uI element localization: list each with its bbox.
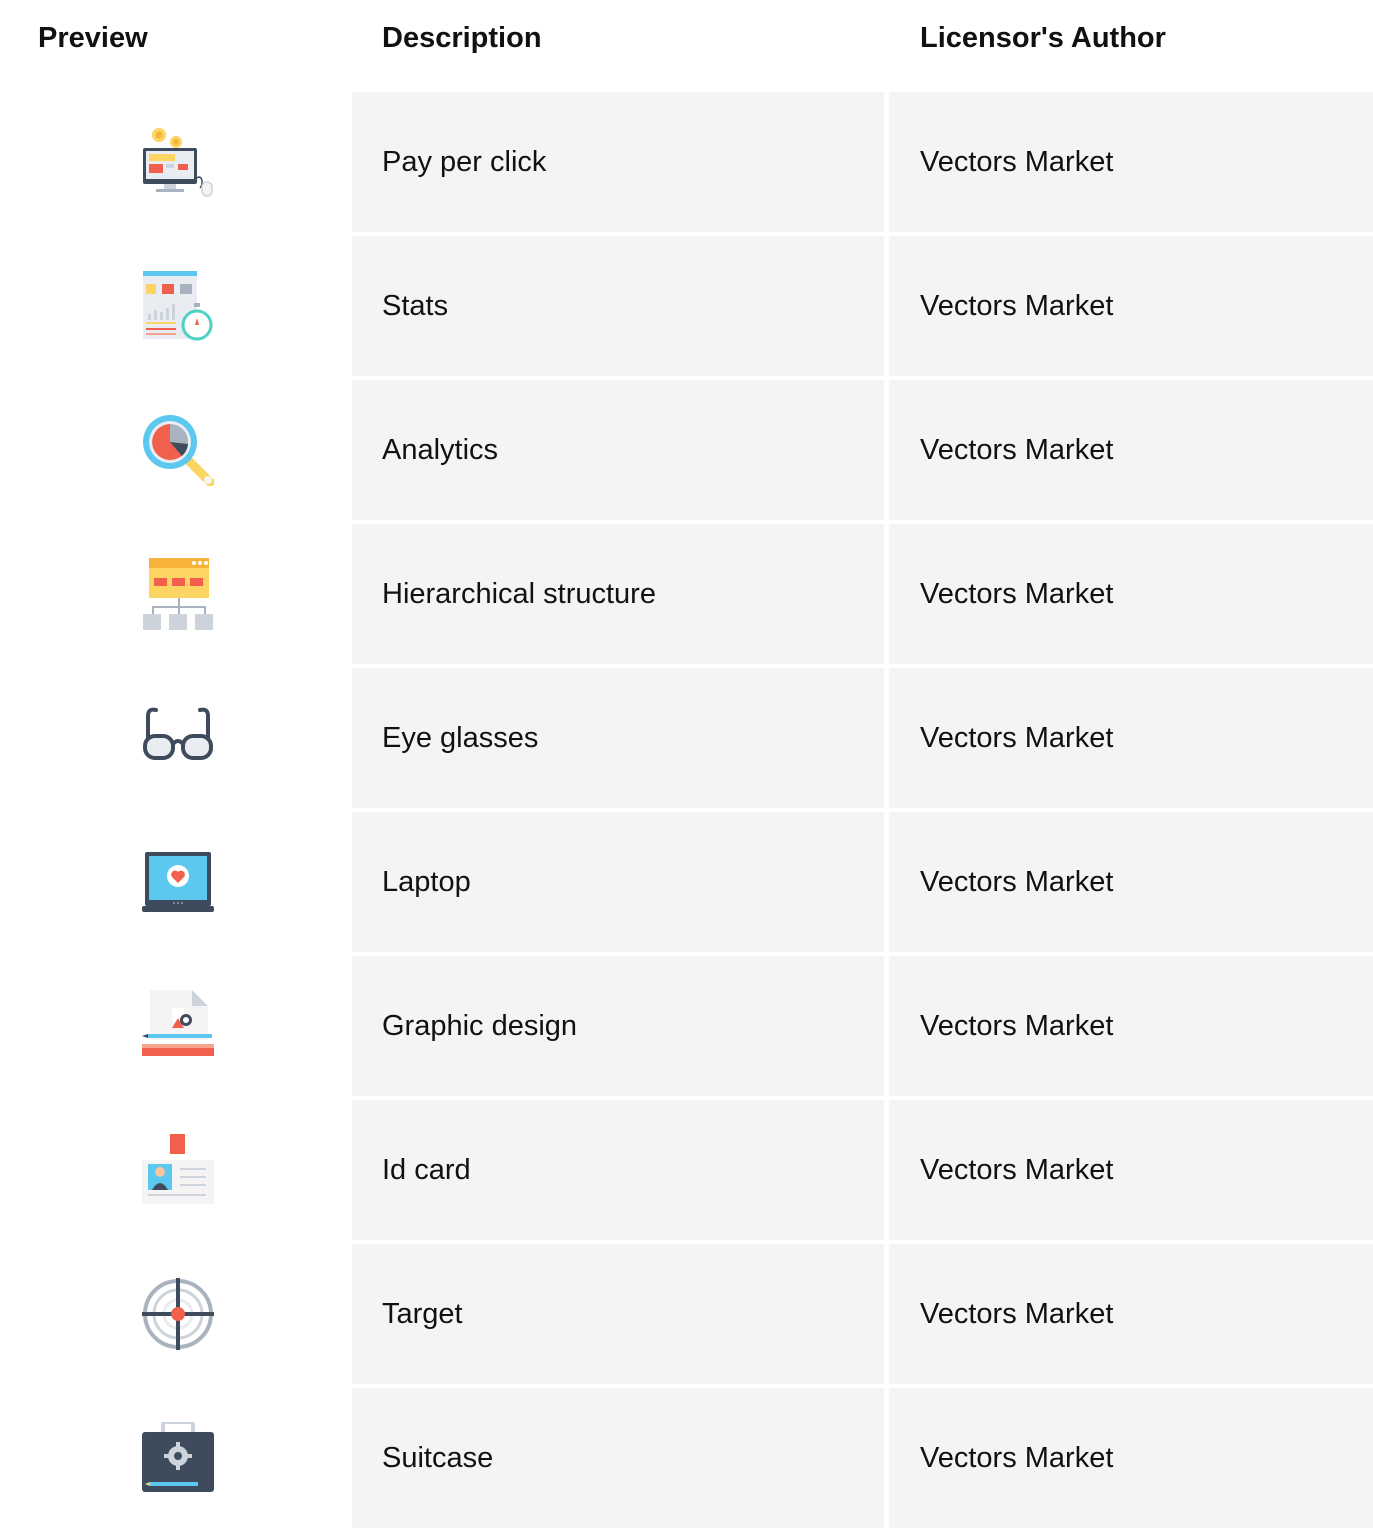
description-cell: Analytics	[352, 380, 884, 520]
table-row: Laptop Vectors Market	[0, 812, 1373, 952]
column-header-preview: Preview	[38, 22, 148, 54]
description-text: Laptop	[382, 866, 471, 898]
analytics-icon	[143, 415, 214, 486]
author-text: Vectors Market	[920, 1154, 1114, 1186]
eye-glasses-icon	[143, 707, 213, 760]
column-header-description: Description	[382, 22, 542, 54]
target-icon	[142, 1278, 214, 1350]
description-cell: Laptop	[352, 812, 884, 952]
author-cell: Vectors Market	[889, 524, 1373, 664]
author-cell: Vectors Market	[889, 92, 1373, 232]
author-text: Vectors Market	[920, 1442, 1114, 1474]
author-cell: Vectors Market	[889, 812, 1373, 952]
description-cell: Stats	[352, 236, 884, 376]
table-row: Stats Vectors Market	[0, 236, 1373, 376]
table-row: Suitcase Vectors Market	[0, 1388, 1373, 1528]
author-cell: Vectors Market	[889, 1244, 1373, 1384]
description-cell: Hierarchical structure	[352, 524, 884, 664]
author-text: Vectors Market	[920, 290, 1114, 322]
author-cell: Vectors Market	[889, 956, 1373, 1096]
table-body: Pay per click Vectors Market Stats Vecto…	[0, 92, 1373, 1532]
pay-per-click-icon	[143, 128, 213, 197]
description-text: Graphic design	[382, 1010, 578, 1042]
author-text: Vectors Market	[920, 434, 1114, 466]
author-text: Vectors Market	[920, 1010, 1114, 1042]
description-cell: Graphic design	[352, 956, 884, 1096]
table-row: Target Vectors Market	[0, 1244, 1373, 1384]
description-text: Target	[382, 1298, 463, 1330]
preview-cell	[0, 1388, 352, 1528]
laptop-icon	[142, 852, 214, 912]
description-cell: Target	[352, 1244, 884, 1384]
preview-cell	[0, 812, 352, 952]
table-header: Preview Description Licensor's Author	[0, 0, 1373, 76]
preview-cell	[0, 92, 352, 232]
author-text: Vectors Market	[920, 146, 1114, 178]
description-text: Analytics	[382, 434, 499, 466]
table-row: Eye glasses Vectors Market	[0, 668, 1373, 808]
preview-cell	[0, 524, 352, 664]
author-text: Vectors Market	[920, 578, 1114, 610]
table-row: Hierarchical structure Vectors Market	[0, 524, 1373, 664]
author-text: Vectors Market	[920, 1298, 1114, 1330]
description-text: Pay per click	[382, 146, 547, 178]
author-cell: Vectors Market	[889, 380, 1373, 520]
suitcase-icon	[142, 1422, 214, 1492]
table-row: Graphic design Vectors Market	[0, 956, 1373, 1096]
description-text: Stats	[382, 290, 449, 322]
author-cell: Vectors Market	[889, 1388, 1373, 1528]
column-header-author: Licensor's Author	[920, 22, 1166, 54]
author-cell: Vectors Market	[889, 236, 1373, 376]
stats-icon	[143, 271, 213, 341]
hierarchical-structure-icon	[143, 558, 213, 630]
preview-cell	[0, 1100, 352, 1240]
author-text: Vectors Market	[920, 866, 1114, 898]
preview-cell	[0, 956, 352, 1096]
preview-cell	[0, 236, 352, 376]
author-cell: Vectors Market	[889, 1100, 1373, 1240]
preview-cell	[0, 668, 352, 808]
table-row: Pay per click Vectors Market	[0, 92, 1373, 232]
description-text: Hierarchical structure	[382, 578, 656, 610]
table-row: Analytics Vectors Market	[0, 380, 1373, 520]
table-row: Id card Vectors Market	[0, 1100, 1373, 1240]
description-text: Suitcase	[382, 1442, 494, 1474]
description-text: Eye glasses	[382, 722, 539, 754]
preview-cell	[0, 1244, 352, 1384]
description-cell: Eye glasses	[352, 668, 884, 808]
preview-cell	[0, 380, 352, 520]
graphic-design-icon	[142, 990, 214, 1056]
description-cell: Suitcase	[352, 1388, 884, 1528]
id-card-icon	[142, 1134, 214, 1204]
description-cell: Id card	[352, 1100, 884, 1240]
author-text: Vectors Market	[920, 722, 1114, 754]
author-cell: Vectors Market	[889, 668, 1373, 808]
description-text: Id card	[382, 1154, 471, 1186]
description-cell: Pay per click	[352, 92, 884, 232]
